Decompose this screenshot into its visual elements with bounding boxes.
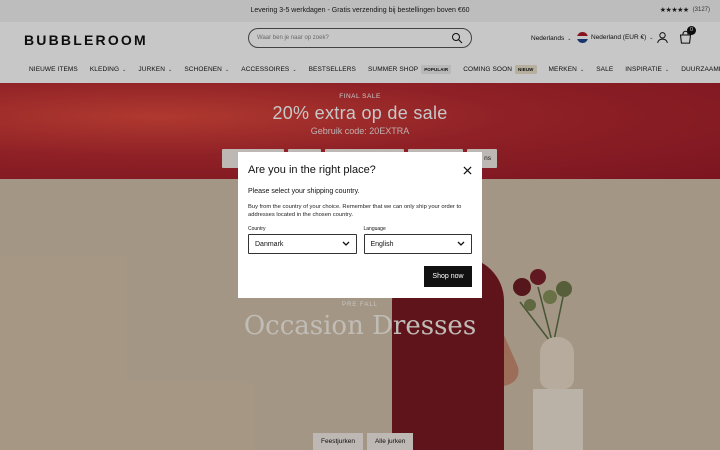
country-select[interactable]: Danmark xyxy=(248,234,357,254)
language-select[interactable]: English xyxy=(363,234,472,254)
language-value: English xyxy=(370,240,394,248)
modal-fields: Country Danmark Language English xyxy=(248,226,472,254)
country-selector-modal: Are you in the right place? Please selec… xyxy=(238,152,482,298)
language-field: Language English xyxy=(363,226,472,254)
shop-now-button[interactable]: Shop now xyxy=(424,266,472,287)
close-icon[interactable] xyxy=(463,166,472,175)
chevron-down-icon xyxy=(457,241,465,246)
country-label: Country xyxy=(248,226,266,232)
language-field-label: Language xyxy=(363,226,386,232)
chevron-down-icon xyxy=(342,241,349,246)
modal-subtitle: Please select your shipping country. xyxy=(248,188,360,195)
country-field: Country Danmark xyxy=(248,226,357,254)
country-value: Danmark xyxy=(255,240,284,248)
modal-title: Are you in the right place? xyxy=(248,164,376,176)
modal-body: Buy from the country of your choice. Rem… xyxy=(248,204,462,218)
